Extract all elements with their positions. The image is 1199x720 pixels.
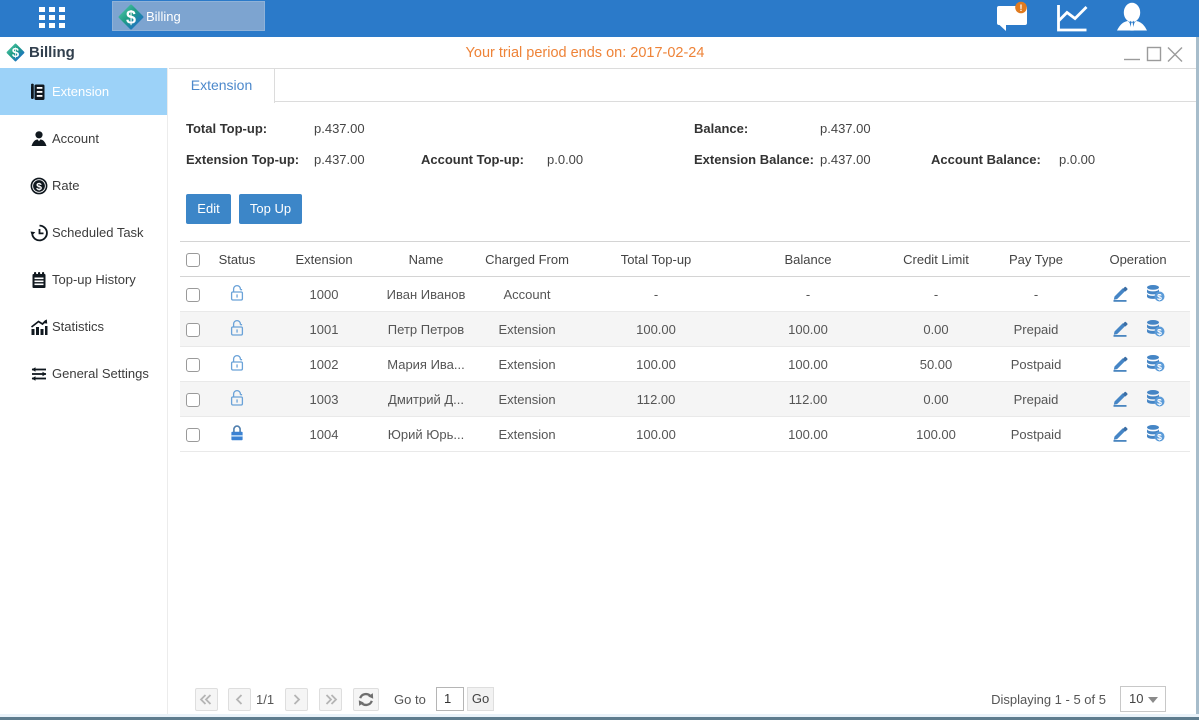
svg-text:$: $ (1157, 431, 1162, 441)
svg-text:$: $ (1157, 396, 1162, 406)
svg-text:$: $ (1157, 291, 1162, 301)
svg-text:$: $ (36, 181, 42, 193)
svg-text:!: ! (1020, 3, 1023, 13)
svg-text:$: $ (1157, 361, 1162, 371)
svg-text:$: $ (126, 8, 136, 28)
svg-text:$: $ (1157, 326, 1162, 336)
